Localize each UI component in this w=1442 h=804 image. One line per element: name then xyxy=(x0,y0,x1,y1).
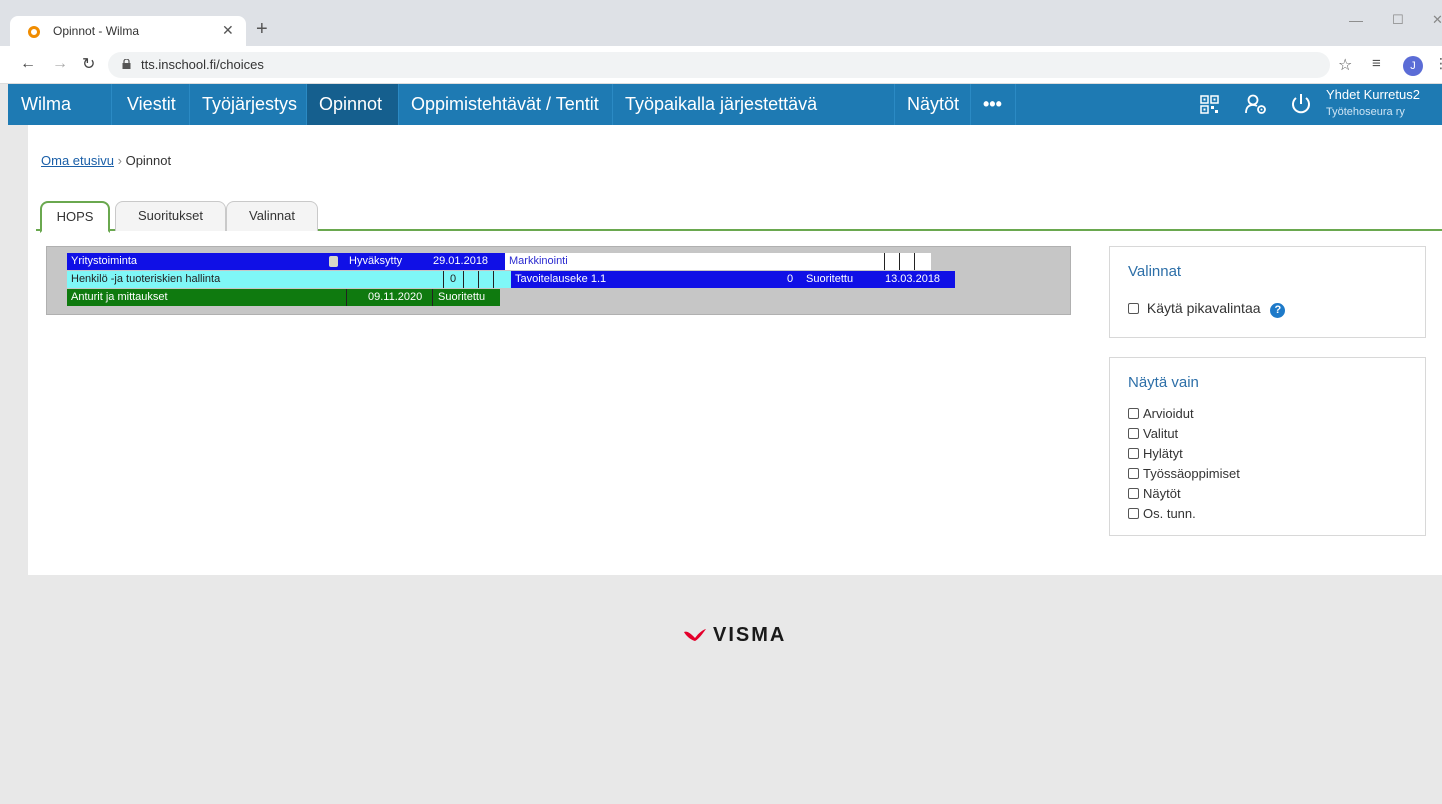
url-text: tts.inschool.fi/choices xyxy=(141,57,264,72)
course-date: 09.11.2020 xyxy=(368,291,423,303)
course-cell-yritystoiminta[interactable]: Yritystoiminta Hyväksytty xyxy=(67,253,429,270)
grid-divider xyxy=(463,271,464,288)
power-logout-icon[interactable] xyxy=(1290,93,1312,115)
maximize-window-icon[interactable]: ☐ xyxy=(1392,12,1404,28)
wilma-favicon-icon xyxy=(28,26,40,38)
grid-divider xyxy=(493,271,494,288)
grid-divider xyxy=(432,289,433,306)
user-name[interactable]: Yhdet Kurretus2 xyxy=(1326,87,1420,102)
quick-select-checkbox[interactable] xyxy=(1128,303,1139,314)
grid-divider xyxy=(914,253,915,270)
wilma-nav-bar: Wilma Viestit Työjärjestys Opinnot Oppim… xyxy=(8,84,1442,155)
filter-title: Näytä vain xyxy=(1128,374,1199,391)
filter-tyossaoppimiset[interactable]: Työssäoppimiset xyxy=(1128,466,1240,481)
page-tabs: HOPS Suoritukset Valinnat xyxy=(36,197,1442,233)
nav-item-opinnot[interactable]: Opinnot xyxy=(307,84,399,125)
filter-checkbox[interactable] xyxy=(1128,488,1139,499)
close-window-icon[interactable]: ✕ xyxy=(1432,12,1442,28)
grid-divider xyxy=(346,289,347,306)
wilma-brand[interactable]: Wilma xyxy=(8,84,112,125)
course-cell-anturit-ja-mittaukset[interactable]: Anturit ja mittaukset 09.11.2020 Suorite… xyxy=(67,289,500,306)
nav-item-oppimistehtavat[interactable]: Oppimistehtävät / Tentit xyxy=(399,84,613,125)
main-content: Oma etusivu › Opinnot HOPS Suoritukset V… xyxy=(28,125,1442,575)
course-name: Anturit ja mittaukset xyxy=(71,291,168,303)
nav-item-tyopaikalla[interactable]: Työpaikalla järjestettävä koulutus xyxy=(613,84,895,155)
valinnat-box: Valinnat Käytä pikavalintaa ? xyxy=(1109,246,1426,338)
profile-avatar[interactable]: J xyxy=(1403,56,1423,76)
qr-code-icon[interactable] xyxy=(1200,95,1219,114)
course-status: Suoritettu xyxy=(806,273,854,285)
filter-label: Työssäoppimiset xyxy=(1143,466,1240,481)
course-count: 0 xyxy=(787,273,794,285)
visma-logo-text: VISMA xyxy=(713,624,787,646)
breadcrumb-current: Opinnot xyxy=(125,153,172,168)
help-icon[interactable]: ? xyxy=(1270,303,1286,318)
forward-arrow-icon[interactable]: → xyxy=(52,55,68,73)
filter-checkbox[interactable] xyxy=(1128,428,1139,439)
new-tab-icon[interactable]: + xyxy=(256,18,268,41)
breadcrumb-home-link[interactable]: Oma etusivu xyxy=(41,153,114,168)
grid-divider xyxy=(443,271,444,288)
filter-checkbox[interactable] xyxy=(1128,448,1139,459)
course-cell-markkinointi[interactable]: Markkinointi xyxy=(505,253,931,270)
filter-hylatyt[interactable]: Hylätyt xyxy=(1128,446,1183,461)
filter-label: Hylätyt xyxy=(1143,446,1183,461)
tab-suoritukset[interactable]: Suoritukset xyxy=(115,201,226,231)
grid-divider xyxy=(899,253,900,270)
browser-tab-bar: Opinnot - Wilma ✕ + — ☐ ✕ xyxy=(0,0,1442,46)
user-settings-icon[interactable] xyxy=(1245,94,1267,115)
filter-label: Arvioidut xyxy=(1143,406,1194,421)
filter-valitut[interactable]: Valitut xyxy=(1128,426,1178,441)
course-cell-tavoitelauseke[interactable]: Tavoitelauseke 1.1 0 Suoritettu 13.03.20… xyxy=(511,271,955,288)
filter-label: Näytöt xyxy=(1143,486,1181,501)
filter-checkbox[interactable] xyxy=(1128,408,1139,419)
course-name: Tavoitelauseke 1.1 xyxy=(515,273,607,285)
reload-icon[interactable]: ↻ xyxy=(82,54,95,74)
course-date: 13.03.2018 xyxy=(885,273,941,285)
breadcrumb: Oma etusivu › Opinnot xyxy=(41,153,171,168)
course-count: 0 xyxy=(450,273,457,285)
quick-select-label: Käytä pikavalintaa xyxy=(1146,300,1261,316)
filter-label: Os. tunn. xyxy=(1143,506,1196,521)
url-field[interactable]: tts.inschool.fi/choices xyxy=(108,52,1330,78)
grid-divider xyxy=(884,253,885,270)
filter-naytot[interactable]: Näytöt xyxy=(1128,486,1181,501)
bookmark-star-icon[interactable]: ☆ xyxy=(1338,55,1352,75)
nav-item-viestit[interactable]: Viestit xyxy=(115,84,190,125)
valinnat-title: Valinnat xyxy=(1128,263,1182,280)
course-name: Henkilö -ja tuoteriskien hallinta xyxy=(71,273,221,285)
filter-checkbox[interactable] xyxy=(1128,508,1139,519)
filter-box: Näytä vain Arvioidut Valitut Hylätyt Työ… xyxy=(1109,357,1426,536)
course-name: Yritystoiminta xyxy=(71,255,138,267)
filter-os-tunn[interactable]: Os. tunn. xyxy=(1128,506,1196,521)
document-icon xyxy=(329,256,338,267)
tab-valinnat[interactable]: Valinnat xyxy=(226,201,318,231)
quick-select-option[interactable]: Käytä pikavalintaa ? xyxy=(1128,300,1286,318)
filter-arvioidut[interactable]: Arvioidut xyxy=(1128,406,1194,421)
browser-tab[interactable]: Opinnot - Wilma ✕ xyxy=(10,16,246,46)
close-tab-icon[interactable]: ✕ xyxy=(222,22,234,39)
course-status: Hyväksytty xyxy=(349,255,403,267)
grid-divider xyxy=(478,271,479,288)
filter-checkbox[interactable] xyxy=(1128,468,1139,479)
course-status: Suoritettu xyxy=(438,291,486,303)
nav-item-naytot[interactable]: Näytöt xyxy=(895,84,971,125)
minimize-window-icon[interactable]: — xyxy=(1349,12,1363,28)
breadcrumb-separator: › xyxy=(117,153,122,168)
nav-more-button[interactable]: ••• xyxy=(971,84,1016,125)
browser-menu-icon[interactable]: ⋮ xyxy=(1434,55,1442,72)
course-date-cell: 29.01.2018 xyxy=(429,253,505,270)
hops-study-grid: Yritystoiminta Hyväksytty 29.01.2018 Mar… xyxy=(46,246,1071,315)
back-arrow-icon[interactable]: ← xyxy=(20,55,36,73)
tab-hops[interactable]: HOPS xyxy=(40,201,110,233)
filter-label: Valitut xyxy=(1143,426,1179,441)
nav-item-tyojarjestys[interactable]: Työjärjestys xyxy=(190,84,307,125)
media-control-icon[interactable]: ≡ xyxy=(1372,55,1381,72)
course-cell-henkilo-ja-tuoteriskien[interactable]: Henkilö -ja tuoteriskien hallinta 0 xyxy=(67,271,511,288)
visma-mark-icon xyxy=(684,629,706,641)
address-bar: ← → ↻ tts.inschool.fi/choices ☆ ≡ J ⋮ xyxy=(0,46,1442,84)
lock-icon xyxy=(122,59,131,69)
browser-tab-title: Opinnot - Wilma xyxy=(53,24,140,38)
user-organization: Työtehoseura ry xyxy=(1326,106,1405,118)
